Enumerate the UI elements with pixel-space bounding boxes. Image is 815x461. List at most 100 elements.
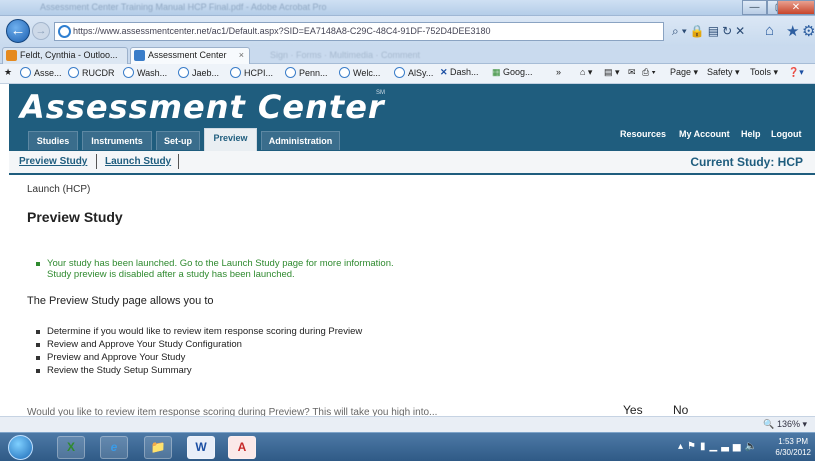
preview-steps-list: Determine if you would like to review it… [36,325,362,377]
back-button[interactable]: ← [6,19,30,43]
favorite-link[interactable]: Wash... [123,67,167,78]
favorite-link[interactable]: Welc... [339,67,380,78]
logout-link[interactable]: Logout [771,129,802,139]
bullet-icon [36,356,40,360]
my-account-link[interactable]: My Account [679,129,730,139]
volume-icon[interactable]: 🔈 [745,441,761,452]
favorite-link[interactable]: ✕ Dash... [440,67,479,78]
word-icon[interactable]: W [187,436,215,459]
tools-menu[interactable]: Tools ▾ [750,67,778,78]
ie-favicon-icon [339,67,350,78]
list-item: Preview and Approve Your Study [36,351,362,364]
help-link[interactable]: Help [741,129,761,139]
tab-studies[interactable]: Studies [28,131,78,150]
favorites-add-icon[interactable]: ★ [4,67,12,78]
minimize-button[interactable]: — [742,0,767,15]
site-header: Assessment Center SM Studies Instruments… [9,84,815,151]
favorite-link[interactable]: HCPI... [230,67,273,78]
tab-label: Assessment Center [148,50,227,60]
outlook-icon [6,50,17,61]
more-favorites-icon[interactable]: » [556,67,561,77]
close-window-button[interactable]: ✕ [777,0,815,15]
windows-taskbar: X e 📁 W A ▴⚑▮▁▃▅🔈 1:53 PM 6/30/2012 [0,432,815,461]
clock-time: 1:53 PM [778,437,809,446]
site-logo[interactable]: Assessment Center [20,88,385,126]
launch-study-link[interactable]: Launch Study [105,156,171,167]
page-menu[interactable]: Page ▾ [670,67,698,78]
favorite-link[interactable]: Jaeb... [178,67,219,78]
feeds-icon[interactable]: ▤ ▾ [604,67,620,78]
yes-column-header: Yes [623,403,643,416]
google-icon: ▦ [492,67,504,77]
show-hidden-icons-icon[interactable]: ▴ [678,441,687,452]
lock-icon[interactable]: 🔒 [690,24,708,38]
favorite-link[interactable]: ▦ Goog... [492,67,533,78]
close-tab-icon[interactable]: × [239,48,244,63]
ie-favicon-icon [178,67,189,78]
ie-favicon-icon [394,67,405,78]
favorite-link[interactable]: RUCDR [68,67,115,78]
forward-arrow-icon: → [35,25,47,37]
tab-outlook[interactable]: Feldt, Cynthia - Outloo... [2,47,128,64]
gear-icon[interactable]: ⚙ [802,22,815,40]
stop-icon[interactable]: ✕ [735,24,748,38]
resources-link[interactable]: Resources [620,129,666,139]
bullet-icon [36,369,40,373]
safety-menu[interactable]: Safety ▾ [707,67,740,78]
clock-date: 6/30/2012 [775,448,811,457]
print-icon[interactable]: ⎙ ▾ [642,67,655,78]
back-arrow-icon: ← [10,22,26,39]
ie-favicon-icon [230,67,241,78]
intro-text: The Preview Study page allows you to [27,295,214,307]
bullet-icon [36,330,40,334]
network-icon[interactable]: ▮ [700,441,710,452]
flag-icon[interactable]: ⚑ [687,441,700,452]
tab-preview[interactable]: Preview [204,128,257,151]
favorites-star-icon[interactable]: ★ [786,22,799,40]
tab-instruments[interactable]: Instruments [82,131,152,150]
browser-status-bar: 🔍 136% ▾ [0,416,815,432]
forward-button[interactable]: → [32,22,50,40]
compat-view-icon[interactable]: ▤ [708,24,722,38]
system-tray: ▴⚑▮▁▃▅🔈 [678,441,761,452]
ie-logo-icon [58,25,71,38]
tab-label: Feldt, Cynthia - Outloo... [20,50,118,60]
start-button[interactable] [8,435,33,460]
tab-setup[interactable]: Set-up [156,131,200,150]
acrobat-icon[interactable]: A [228,436,256,459]
home-menu-icon[interactable]: ⌂ ▾ [580,67,592,78]
search-icon[interactable]: ⌕ [672,24,682,38]
mail-icon[interactable]: ✉ [628,67,636,78]
preview-study-link[interactable]: Preview Study [19,156,87,167]
dropdown-icon[interactable]: ▾ [682,24,690,38]
internet-explorer-icon[interactable]: e [100,436,128,459]
folder-icon[interactable]: 📁 [144,436,172,459]
tab-administration[interactable]: Administration [261,131,340,150]
ie-favicon-icon [123,67,134,78]
no-column-header: No [673,403,689,416]
current-study-label: Current Study: HCP [690,155,803,169]
favorite-link[interactable]: Penn... [285,67,328,78]
help-icon[interactable]: ❓▾ [788,67,804,78]
tab-assessment-center[interactable]: Assessment Center × [130,47,250,64]
clock[interactable]: 1:53 PM 6/30/2012 [775,436,811,458]
ie-favicon-icon [285,67,296,78]
address-bar[interactable]: https://www.assessmentcenter.net/ac1/Def… [54,22,664,41]
ie-favicon-icon [20,67,31,78]
favorites-bar: ★ Asse... RUCDR Wash... Jaeb... HCPI... … [0,64,815,84]
subnav-divider [96,154,97,169]
zoom-level[interactable]: 🔍 136% ▾ [763,419,807,430]
window-title-bar: Assessment Center Training Manual HCP Fi… [0,0,815,16]
signal-icon[interactable]: ▁▃▅ [710,441,745,452]
refresh-icon[interactable]: ↻ [722,24,735,38]
ghost-acrobat-toolbar: Sign · Forms · Multimedia · Comment [270,50,421,60]
home-icon[interactable]: ⌂ [765,22,774,39]
dashboard-x-icon: ✕ [440,67,451,77]
favorite-link[interactable]: AlSy... [394,67,433,78]
notice-line: Your study has been launched. Go to the … [47,258,394,269]
browser-tab-strip: Feldt, Cynthia - Outloo... Assessment Ce… [0,46,815,64]
scoring-question: Would you like to review item response s… [27,407,438,416]
favorite-link[interactable]: Asse... [20,67,62,78]
excel-icon[interactable]: X [57,436,85,459]
page-title: Preview Study [27,209,123,225]
